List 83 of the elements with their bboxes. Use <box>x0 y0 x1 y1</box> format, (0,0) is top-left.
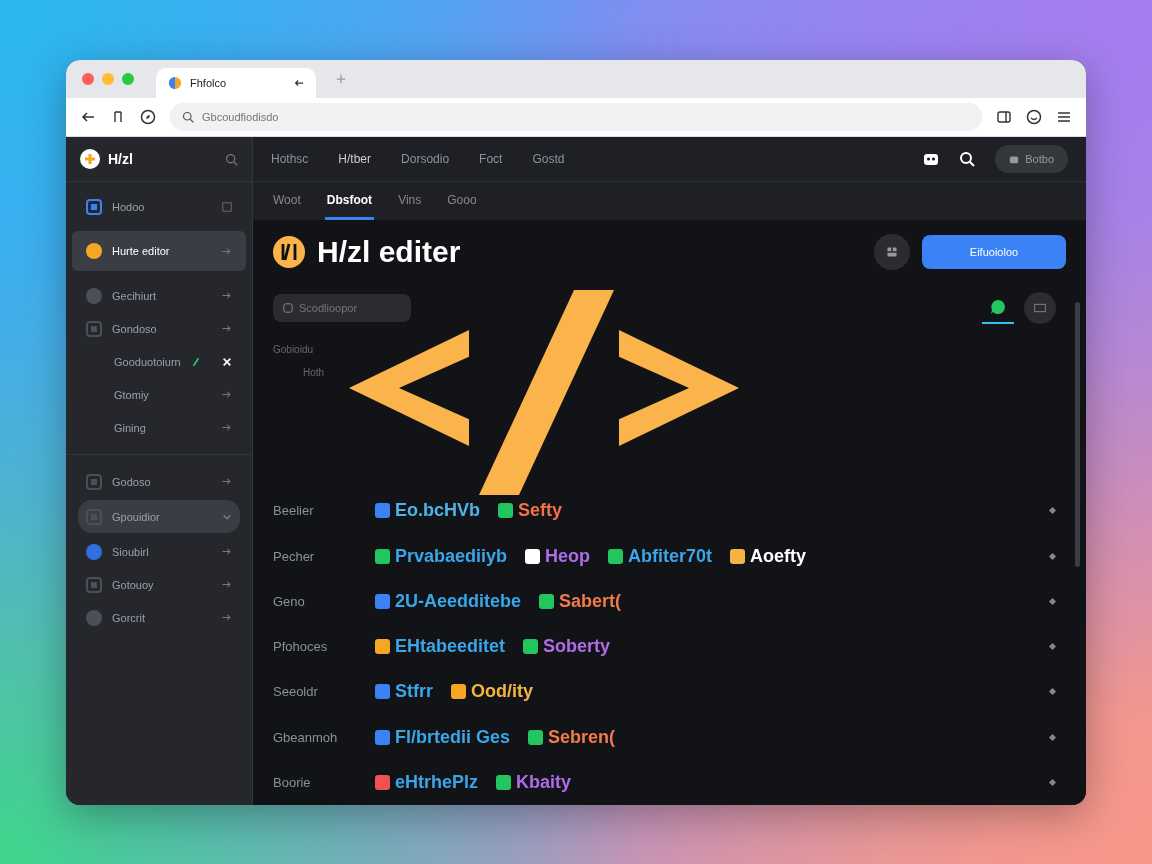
sidebar-item[interactable]: Gotouoy <box>72 568 246 601</box>
sidebar-item[interactable]: Gecihiurt <box>72 279 246 312</box>
nav-link[interactable]: Hothsc <box>271 152 309 166</box>
nav-button[interactable]: Botbo <box>995 145 1068 173</box>
code-token: Sebren( <box>548 726 616 748</box>
panel-button[interactable] <box>1024 292 1056 324</box>
line-label: Geno <box>273 593 306 609</box>
brand-name: H/zl <box>108 151 133 167</box>
code-token: 2U-Aeedditebe <box>395 590 522 612</box>
sidebar-item[interactable]: Gorcrit <box>72 601 246 634</box>
code-token: Ood/ity <box>471 681 533 703</box>
line-label: Boorie <box>273 774 312 790</box>
chat-icon <box>990 299 1006 315</box>
search-icon <box>182 111 194 123</box>
code-token: Stfrr <box>395 681 433 703</box>
diamond-icon <box>1049 643 1056 651</box>
code-token: Aoefty <box>750 545 807 567</box>
maximize-window-dot[interactable] <box>122 73 134 85</box>
line-label: Seeoldr <box>273 684 319 700</box>
square-icon <box>222 201 232 212</box>
code-token: Eo.bcHVb <box>395 500 480 522</box>
diamond-icon <box>1049 733 1056 741</box>
code-token: Abfiter70t <box>628 545 713 567</box>
tab[interactable]: Gooo <box>445 182 479 220</box>
code-token: Soberty <box>543 636 611 658</box>
tab[interactable]: Dbsfoot <box>324 182 375 220</box>
logo-icon <box>273 236 305 268</box>
minimize-window-dot[interactable] <box>102 73 114 85</box>
code-token: EHtabeeditet <box>395 636 506 658</box>
close-window-dot[interactable] <box>82 73 94 85</box>
diamond-icon <box>1049 778 1056 786</box>
code-token: Sabert( <box>559 590 622 612</box>
pencil-icon <box>190 355 201 368</box>
line-label: Beelier <box>273 503 315 519</box>
sidebar-item[interactable]: Sioubirl <box>72 535 246 568</box>
code-token: Prvabaediiyb <box>395 545 508 567</box>
globe-icon <box>168 76 182 90</box>
line-label: Pfohoces <box>273 639 329 655</box>
code-comment: Hoth <box>302 367 326 378</box>
diamond-icon <box>1049 597 1056 605</box>
line-label: Pecher <box>273 548 316 564</box>
code-token: Sefty <box>518 500 563 522</box>
smiley-icon[interactable] <box>1026 109 1042 125</box>
sidebar-item[interactable]: Gooduotoiurn <box>72 345 246 378</box>
search-icon[interactable] <box>959 151 976 167</box>
sidebar-item[interactable]: Hodoo <box>72 190 246 223</box>
sidebar-toggle-icon[interactable] <box>996 109 1012 125</box>
scrollbar[interactable] <box>1075 302 1080 567</box>
code-token: eHtrhePlz <box>395 771 479 793</box>
nav-link[interactable]: Gostd <box>532 152 565 166</box>
robot-icon[interactable] <box>923 151 940 167</box>
nav-link[interactable]: Dorsodio <box>401 152 450 166</box>
sidebar-item[interactable]: Hurte editor <box>72 231 246 271</box>
sidebar-item[interactable]: Gpouidior <box>78 500 240 533</box>
address-field[interactable]: Gbcoudfiodisdo <box>170 103 982 131</box>
code-token: Fl/brtedii Ges <box>395 726 511 748</box>
diamond-icon <box>1049 552 1056 560</box>
close-icon[interactable] <box>222 356 232 367</box>
sidebar-item[interactable]: Godoso <box>72 465 246 498</box>
window-icon <box>1034 302 1046 314</box>
nav-link[interactable]: H/tber <box>338 152 372 166</box>
diamond-icon <box>1049 507 1056 515</box>
line-label: Gbeanmoh <box>273 729 339 745</box>
browser-tab[interactable]: Fhfolco <box>156 68 316 98</box>
nav-link[interactable]: Foct <box>479 152 503 166</box>
layout-button[interactable] <box>874 234 910 270</box>
editor-title: H/zl editer <box>317 235 461 269</box>
logo-icon <box>80 149 100 169</box>
square-icon <box>283 303 293 313</box>
diamond-icon <box>1049 688 1056 696</box>
search-field[interactable]: Scodlioopor <box>273 294 411 322</box>
tab[interactable]: Woot <box>271 182 303 220</box>
sidebar-item[interactable]: Gining <box>72 411 246 444</box>
sidebar-item[interactable]: Gtomiy <box>72 378 246 411</box>
code-comment: Gobioidu <box>273 344 315 355</box>
menu-icon[interactable] <box>1056 109 1072 125</box>
primary-button[interactable]: Eifuoioloo <box>922 235 1066 269</box>
compass-icon[interactable] <box>140 109 156 125</box>
grid-icon <box>886 246 898 258</box>
code-token: Kbaity <box>516 771 572 793</box>
sidebar-item[interactable]: Gondoso <box>72 312 246 345</box>
code-token: Heop <box>545 545 591 567</box>
tab[interactable]: Vins <box>396 182 424 220</box>
